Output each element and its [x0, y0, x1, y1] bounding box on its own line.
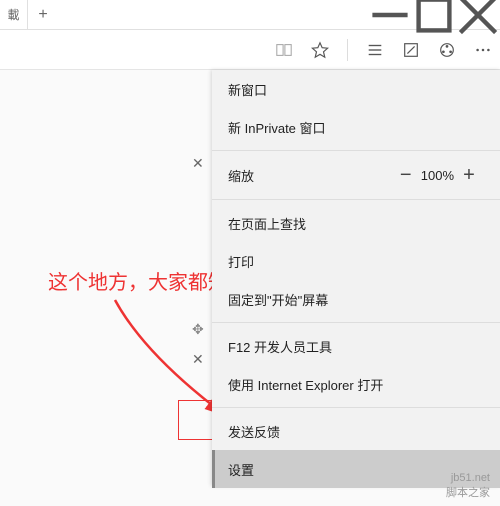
hub-icon[interactable]: [366, 41, 384, 59]
watermark: jb51.net 脚本之家: [446, 471, 490, 500]
menu-new-window[interactable]: 新窗口: [212, 70, 500, 108]
close-window-icon[interactable]: [456, 0, 500, 30]
titlebar: 載 +: [0, 0, 500, 30]
watermark-line2: 脚本之家: [446, 486, 490, 500]
window-controls: [368, 0, 500, 30]
move-handle-icon[interactable]: ✥: [192, 321, 204, 338]
more-menu-icon[interactable]: [474, 41, 492, 59]
menu-find[interactable]: 在页面上查找: [212, 204, 500, 242]
menu-devtools[interactable]: F12 开发人员工具: [212, 327, 500, 365]
menu-zoom-row: 缩放 − 100% +: [212, 155, 500, 195]
zoom-out-button[interactable]: −: [391, 164, 421, 187]
menu-print[interactable]: 打印: [212, 242, 500, 280]
menu-pin-start[interactable]: 固定到"开始"屏幕: [212, 280, 500, 318]
zoom-in-button[interactable]: +: [454, 164, 484, 187]
share-icon[interactable]: [438, 41, 456, 59]
more-menu-panel: 新窗口 新 InPrivate 窗口 缩放 − 100% + 在页面上查找 打印…: [212, 70, 500, 486]
favorites-star-icon[interactable]: [311, 41, 329, 59]
menu-divider: [212, 407, 500, 408]
close-icon[interactable]: ✕: [192, 155, 204, 172]
close-icon[interactable]: ✕: [192, 351, 204, 368]
webnote-icon[interactable]: [402, 41, 420, 59]
menu-divider: [212, 150, 500, 151]
maximize-icon[interactable]: [412, 0, 456, 30]
reading-view-icon[interactable]: [275, 41, 293, 59]
menu-divider: [212, 322, 500, 323]
menu-new-inprivate[interactable]: 新 InPrivate 窗口: [212, 108, 500, 146]
minimize-icon[interactable]: [368, 0, 412, 30]
menu-divider: [212, 199, 500, 200]
zoom-value: 100%: [421, 168, 454, 183]
toolbar-separator: [347, 39, 348, 61]
new-tab-button[interactable]: +: [28, 6, 58, 24]
browser-tab[interactable]: 載: [0, 0, 28, 30]
menu-feedback[interactable]: 发送反馈: [212, 412, 500, 450]
watermark-line1: jb51.net: [446, 471, 490, 485]
menu-open-ie[interactable]: 使用 Internet Explorer 打开: [212, 365, 500, 403]
zoom-label: 缩放: [228, 166, 254, 185]
